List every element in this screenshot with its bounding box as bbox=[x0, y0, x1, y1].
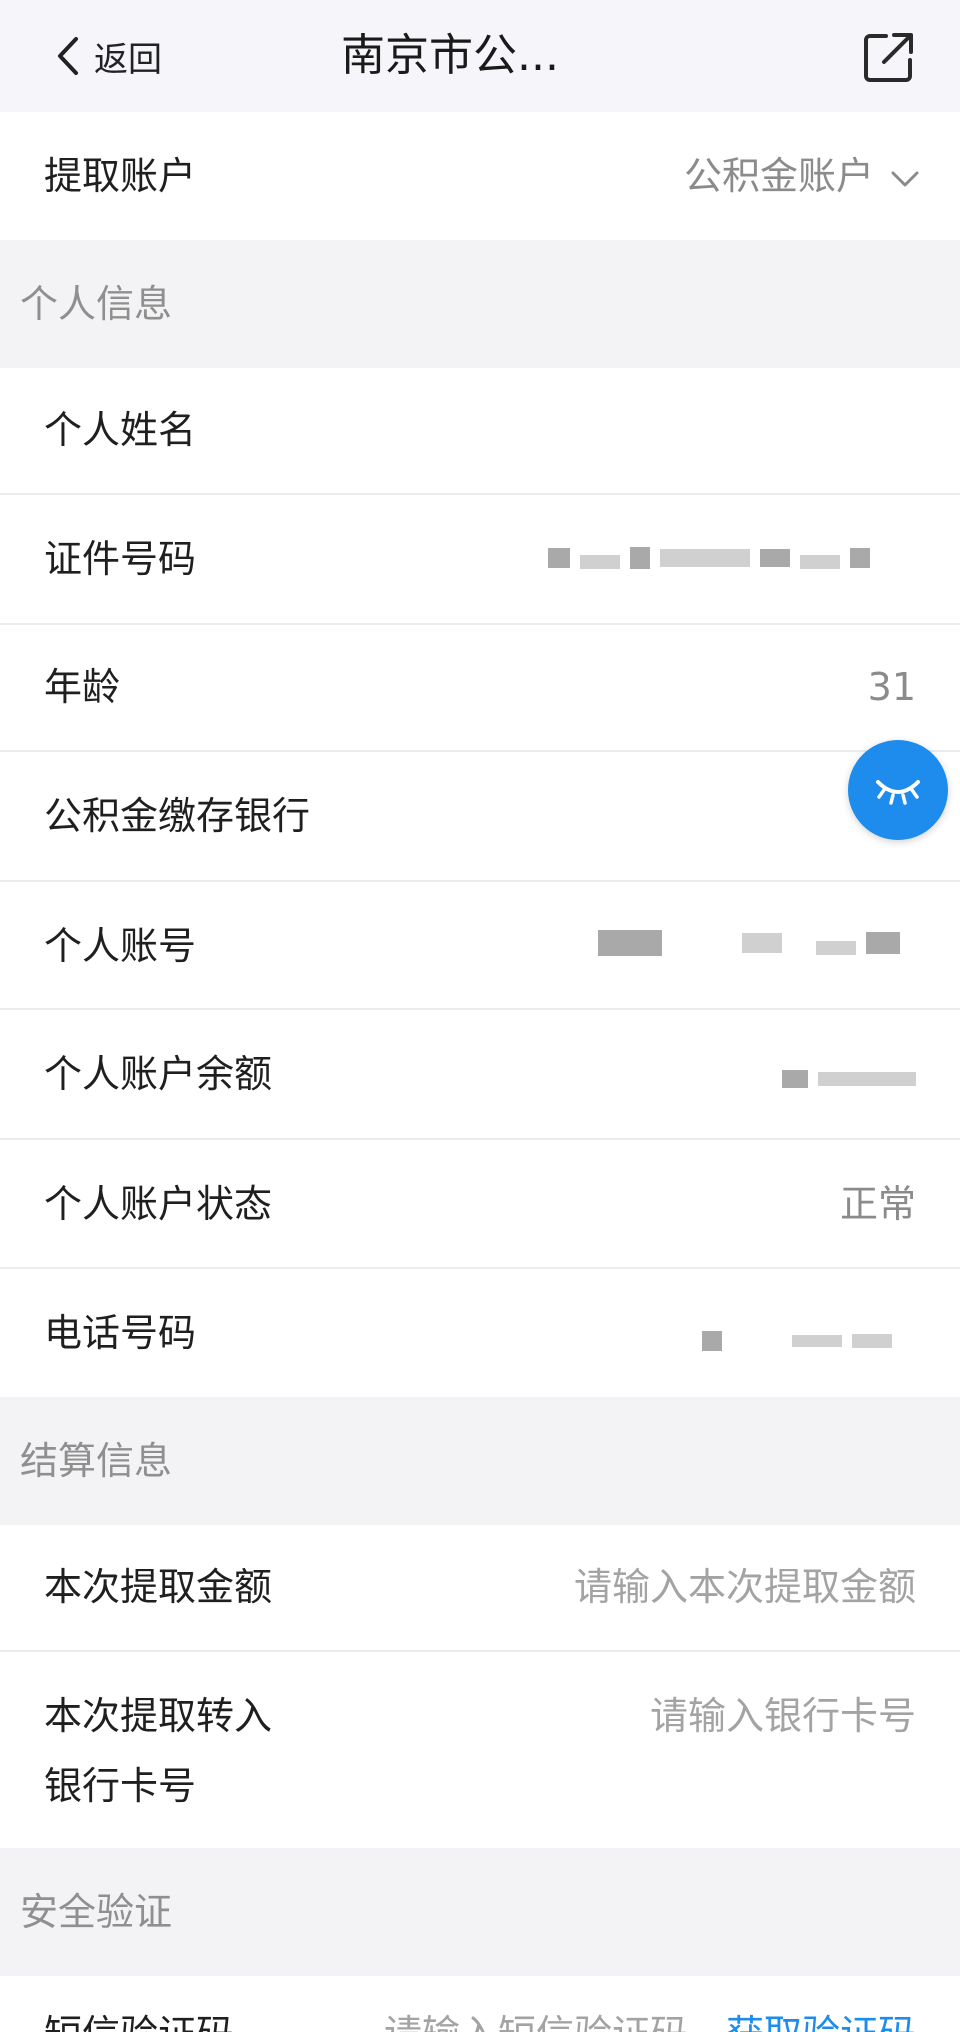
chevron-down-icon bbox=[891, 171, 919, 186]
age-label: 年龄 bbox=[44, 665, 121, 709]
balance-label: 个人账户余额 bbox=[44, 1052, 273, 1096]
external-link-icon[interactable] bbox=[862, 30, 916, 84]
status-label: 个人账户状态 bbox=[44, 1182, 273, 1226]
section-title-security: 安全验证 bbox=[20, 1890, 173, 1934]
row-id-number: 证件号码 bbox=[0, 495, 960, 625]
status-value: 正常 bbox=[839, 1182, 916, 1226]
account-select-text: 公积金账户 bbox=[683, 154, 874, 198]
id-label: 证件号码 bbox=[44, 537, 197, 581]
eye-closed-icon bbox=[876, 780, 920, 805]
row-status: 个人账户状态 正常 bbox=[0, 1140, 960, 1269]
account-select-label: 提取账户 bbox=[44, 154, 197, 198]
row-bank: 公积金缴存银行 bbox=[0, 752, 960, 882]
bank-label: 公积金缴存银行 bbox=[44, 794, 311, 838]
amount-label: 本次提取金额 bbox=[44, 1565, 273, 1609]
section-settlement: 结算信息 bbox=[0, 1397, 960, 1525]
section-security: 安全验证 bbox=[0, 1848, 960, 1976]
row-sms-code: 短信验证码 请输入短信验证码 获取验证码 bbox=[0, 1976, 960, 2032]
section-personal: 个人信息 bbox=[0, 240, 960, 368]
row-withdraw-amount: 本次提取金额 请输入本次提取金额 bbox=[0, 1525, 960, 1652]
amount-input[interactable]: 请输入本次提取金额 bbox=[574, 1563, 916, 1611]
back-label: 返回 bbox=[94, 39, 162, 80]
card-input[interactable]: 请输入银行卡号 bbox=[650, 1692, 916, 1740]
account-select-value[interactable]: 公积金账户 bbox=[684, 152, 920, 200]
row-account-number: 个人账号 bbox=[0, 882, 960, 1010]
balance-value-masked bbox=[782, 1070, 916, 1088]
row-age: 年龄 31 bbox=[0, 625, 960, 752]
row-balance: 个人账户余额 bbox=[0, 1010, 960, 1140]
sms-label: 短信验证码 bbox=[44, 2010, 234, 2032]
chevron-left-icon bbox=[58, 37, 78, 75]
card-label-line1: 本次提取转入 bbox=[44, 1694, 273, 1738]
card-label-line2: 银行卡号 bbox=[44, 1764, 197, 1808]
privacy-toggle-button[interactable] bbox=[848, 740, 948, 840]
age-value: 31 bbox=[867, 665, 916, 709]
section-title-personal: 个人信息 bbox=[20, 282, 173, 326]
row-name: 个人姓名 bbox=[0, 368, 960, 495]
name-label: 个人姓名 bbox=[44, 408, 197, 452]
row-phone: 电话号码 bbox=[0, 1269, 960, 1397]
phone-label: 电话号码 bbox=[44, 1311, 197, 1355]
nav-bar: 返回 南京市公... bbox=[0, 0, 960, 112]
page-title: 南京市公... bbox=[341, 30, 559, 81]
account-value-masked bbox=[598, 930, 900, 956]
get-code-button[interactable]: 获取验证码 bbox=[726, 2010, 916, 2032]
row-bank-card: 本次提取转入 银行卡号 请输入银行卡号 bbox=[0, 1652, 960, 1848]
account-select-row[interactable]: 提取账户 公积金账户 bbox=[0, 112, 960, 240]
back-button[interactable]: 返回 bbox=[52, 28, 162, 84]
section-title-settlement: 结算信息 bbox=[20, 1439, 173, 1483]
sms-input[interactable]: 请输入短信验证码 bbox=[384, 2010, 688, 2032]
account-label: 个人账号 bbox=[44, 924, 197, 968]
id-value-masked bbox=[548, 547, 870, 569]
phone-value-masked bbox=[702, 1331, 892, 1351]
